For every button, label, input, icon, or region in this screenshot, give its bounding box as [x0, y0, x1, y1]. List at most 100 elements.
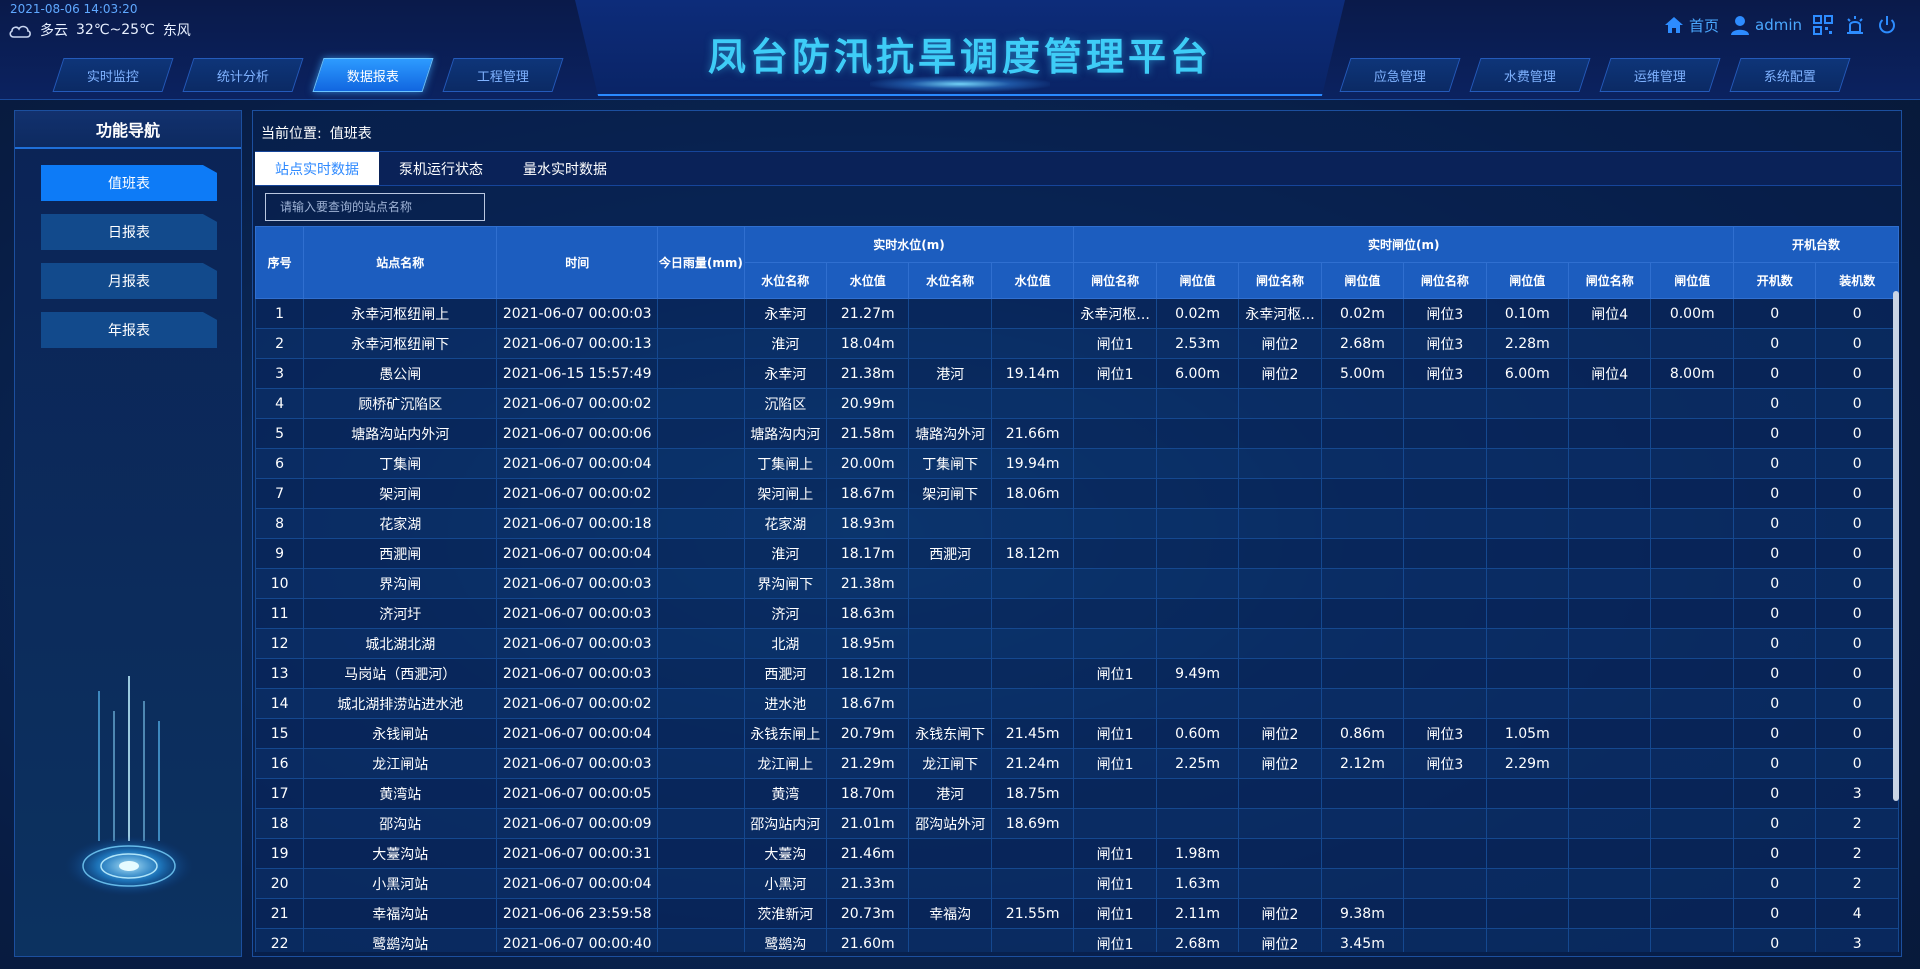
table-cell — [1485, 658, 1570, 689]
table-cell: 龙江闸下 — [908, 748, 992, 779]
table-cell: 20.00m — [826, 448, 910, 479]
table-cell — [657, 778, 745, 809]
table-cell: 18.67m — [826, 688, 910, 719]
table-cell — [1320, 808, 1405, 839]
table-scrollbar[interactable] — [1893, 291, 1899, 801]
header-gate-sub: 闸位值 — [1650, 262, 1734, 299]
nav-tab-operations[interactable]: 运维管理 — [1599, 58, 1721, 92]
table-cell: 大薹沟 — [743, 838, 828, 869]
table-cell — [990, 598, 1075, 629]
table-cell — [1320, 598, 1405, 629]
table-cell — [1650, 838, 1734, 869]
table-row[interactable]: 15 永钱闸站 2021-06-07 00:00:04 永钱东闸上 20.79m 永钱东闸… — [255, 718, 1899, 749]
table-cell — [990, 508, 1075, 539]
table-row[interactable]: 5 塘路沟站内外河 2021-06-07 00:00:06 塘路沟内河 21.58m 塘路… — [255, 418, 1899, 449]
table-row[interactable]: 6 丁集闸 2021-06-07 00:00:04 丁集闸上 20.00m 丁集闸下 19.… — [255, 448, 1899, 479]
table-cell — [1238, 868, 1322, 899]
table-cell: 0 — [1732, 748, 1817, 779]
table-cell — [657, 808, 745, 839]
table-row[interactable]: 8 花家湖 2021-06-07 00:00:18 花家湖 18.93m 0 0 — [255, 508, 1899, 539]
table-cell: 鹭鹚沟站 — [303, 928, 498, 952]
table-cell — [1073, 688, 1157, 719]
table-cell: 幸福沟站 — [303, 898, 498, 929]
table-cell: 西淝闸 — [303, 538, 498, 569]
table-row[interactable]: 22 鹭鹚沟站 2021-06-07 00:00:40 鹭鹚沟 21.60m 闸位1 2.6… — [255, 928, 1899, 952]
table-row[interactable]: 16 龙江闸站 2021-06-07 00:00:03 龙江闸上 21.29m 龙江闸下 2… — [255, 748, 1899, 779]
table-row[interactable]: 3 愚公闸 2021-06-15 15:57:49 永幸河 21.38m 港河 19.14m… — [255, 358, 1899, 389]
table-cell: 21 — [255, 898, 305, 929]
sidebar-item-daily-report[interactable]: 日报表 — [41, 214, 217, 250]
nav-tab-project-management[interactable]: 工程管理 — [442, 58, 564, 92]
table-cell — [1155, 628, 1240, 659]
user-menu[interactable]: admin — [1729, 14, 1802, 36]
table-row[interactable]: 2 永幸河枢纽闸下 2021-06-07 00:00:13 淮河 18.04m 闸位1 2.… — [255, 328, 1899, 359]
nav-tab-data-report[interactable]: 数据报表 — [312, 58, 434, 92]
table-row[interactable]: 19 大薹沟站 2021-06-07 00:00:31 大薹沟 21.46m 闸位1 1.9… — [255, 838, 1899, 869]
table-cell — [1073, 598, 1157, 629]
weather-info: 多云 32℃~25℃ 东风 — [8, 20, 191, 40]
table-cell — [657, 358, 745, 389]
table-cell — [1238, 568, 1322, 599]
table-cell — [1073, 778, 1157, 809]
qrcode-button[interactable] — [1812, 14, 1834, 36]
tab-pump-status[interactable]: 泵机运行状态 — [379, 152, 503, 185]
table-row[interactable]: 12 城北湖北湖 2021-06-07 00:00:03 北湖 18.95m 0 0 — [255, 628, 1899, 659]
table-cell — [1320, 538, 1405, 569]
table-cell — [1403, 898, 1487, 929]
table-row[interactable]: 21 幸福沟站 2021-06-06 23:59:58 茨淮新河 20.73m 幸福沟 21… — [255, 898, 1899, 929]
header-time: 时间 — [496, 226, 659, 299]
table-cell — [1485, 628, 1570, 659]
table-cell: 20 — [255, 868, 305, 899]
table-row[interactable]: 14 城北湖排涝站进水池 2021-06-07 00:00:02 进水池 18.67m 0… — [255, 688, 1899, 719]
table-cell — [1238, 778, 1322, 809]
sidebar-item-annual-report[interactable]: 年报表 — [41, 312, 217, 348]
table-row[interactable]: 1 永幸河枢纽闸上 2021-06-07 00:00:03 永幸河 21.27m 永幸河枢… — [255, 298, 1899, 329]
table-cell: 7 — [255, 478, 305, 509]
table-cell — [908, 928, 992, 952]
table-row[interactable]: 7 架河闸 2021-06-07 00:00:02 架河闸上 18.67m 架河闸下 18.… — [255, 478, 1899, 509]
table-cell: 邵沟站外河 — [908, 808, 992, 839]
table-cell — [1073, 568, 1157, 599]
table-row[interactable]: 18 邵沟站 2021-06-07 00:00:09 邵沟站内河 21.01m 邵沟站外河… — [255, 808, 1899, 839]
alarm-button[interactable] — [1844, 14, 1866, 36]
header-station: 站点名称 — [303, 226, 498, 299]
table-cell — [1568, 418, 1652, 449]
table-cell: 塘路沟内河 — [743, 418, 828, 449]
nav-tab-realtime-monitor[interactable]: 实时监控 — [52, 58, 174, 92]
table-cell: 架河闸 — [303, 478, 498, 509]
table-cell: 黄湾 — [743, 778, 828, 809]
table-row[interactable]: 20 小黑河站 2021-06-07 00:00:04 小黑河 21.33m 闸位1 1.6… — [255, 868, 1899, 899]
table-cell — [1568, 478, 1652, 509]
sidebar-item-duty-roster[interactable]: 值班表 — [41, 165, 217, 201]
sidebar-item-monthly-report[interactable]: 月报表 — [41, 263, 217, 299]
table-row[interactable]: 17 黄湾站 2021-06-07 00:00:05 黄湾 18.70m 港河 18.75m… — [255, 778, 1899, 809]
header-water-sub: 水位值 — [990, 262, 1075, 299]
station-data-table: 序号 站点名称 时间 今日雨量(mm) 实时水位(m) 实时闸位(m) 开机台数… — [255, 226, 1899, 952]
table-cell — [1568, 598, 1652, 629]
table-cell — [1568, 538, 1652, 569]
nav-tab-system-config[interactable]: 系统配置 — [1729, 58, 1851, 92]
logout-button[interactable] — [1876, 14, 1898, 36]
station-search-input[interactable] — [265, 193, 485, 221]
weather-wind: 东风 — [162, 23, 191, 39]
table-row[interactable]: 11 济河圩 2021-06-07 00:00:03 济河 18.63m 0 0 — [255, 598, 1899, 629]
tab-station-realtime[interactable]: 站点实时数据 — [255, 152, 379, 185]
table-cell: 北湖 — [743, 628, 828, 659]
home-link[interactable]: 首页 — [1663, 14, 1719, 36]
table-cell: 永幸河枢... — [1238, 298, 1322, 329]
table-cell: 21.24m — [990, 748, 1075, 779]
table-row[interactable]: 13 马岗站（西淝河） 2021-06-07 00:00:03 西淝河 18.12m 闸位… — [255, 658, 1899, 689]
table-row[interactable]: 4 顾桥矿沉陷区 2021-06-07 00:00:02 沉陷区 20.99m 0 0 — [255, 388, 1899, 419]
nav-tab-emergency[interactable]: 应急管理 — [1339, 58, 1461, 92]
table-row[interactable]: 10 界沟闸 2021-06-07 00:00:03 界沟闸下 21.38m 0 0 — [255, 568, 1899, 599]
table-row[interactable]: 9 西淝闸 2021-06-07 00:00:04 淮河 18.17m 西淝河 18.12m… — [255, 538, 1899, 569]
nav-tab-statistics[interactable]: 统计分析 — [182, 58, 304, 92]
table-cell — [1320, 778, 1405, 809]
table-cell — [1485, 388, 1570, 419]
table-cell — [657, 388, 745, 419]
table-cell: 0 — [1815, 598, 1899, 629]
table-cell: 闸位2 — [1238, 928, 1322, 952]
nav-tab-water-fee[interactable]: 水费管理 — [1469, 58, 1591, 92]
table-cell: 2.68m — [1320, 328, 1405, 359]
tab-water-metering[interactable]: 量水实时数据 — [503, 152, 627, 185]
